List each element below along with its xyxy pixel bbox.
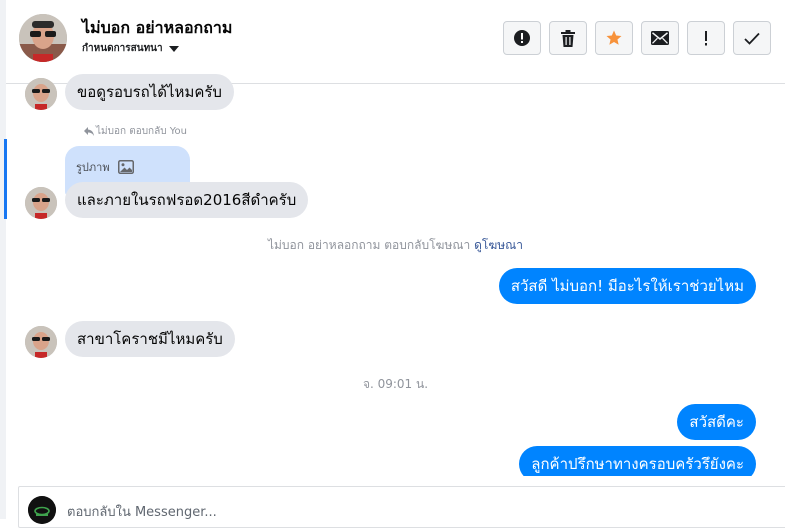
mark-spam-button[interactable] — [503, 21, 541, 55]
trash-icon — [561, 29, 575, 47]
conversation-stage-label: กำหนดการสนทนา — [82, 43, 163, 54]
message-list-clip: ลูกค้าปรึกษาทางครอบครัวรึยังคะ — [0, 444, 785, 476]
delete-button[interactable] — [549, 21, 587, 55]
quoted-message-content: รูปภาพ — [76, 158, 134, 176]
mark-unread-button[interactable] — [641, 21, 679, 55]
sender-avatar — [25, 78, 57, 110]
outgoing-message[interactable]: สวัสดี ไม่บอก! มีอะไรให้เราช่วยไหม — [498, 268, 756, 304]
star-icon — [606, 30, 622, 45]
envelope-icon — [651, 31, 669, 45]
page-avatar — [28, 496, 56, 524]
active-thread-indicator — [4, 139, 7, 219]
outgoing-message[interactable]: สวัสดีคะ — [677, 404, 756, 440]
quoted-message-text: รูปภาพ — [76, 161, 110, 174]
header-actions — [503, 21, 771, 55]
incoming-message[interactable]: สาขาโคราชมีไหมครับ — [65, 321, 235, 357]
incoming-message[interactable]: และภายในรถฟรอด2016สีดำครับ — [65, 182, 309, 218]
caret-down-icon — [168, 45, 179, 52]
outgoing-message[interactable]: ลูกค้าปรึกษาทางครอบครัวรึยังคะ — [519, 446, 756, 476]
reply-composer[interactable]: ตอบกลับใน Messenger... — [18, 486, 785, 528]
view-ad-link[interactable]: ดูโฆษณา — [474, 238, 523, 252]
conversation-stage-dropdown[interactable]: กำหนดการสนทนา — [82, 41, 179, 56]
alert-circle-icon — [514, 30, 530, 46]
ad-reply-text: ไม่บอก อย่าหลอกถาม ตอบกลับโฆษณา — [267, 238, 471, 252]
reply-reference-label: ไม่บอก ตอบกลับ You — [96, 126, 188, 137]
reply-arrow-icon — [84, 127, 94, 136]
sender-avatar — [25, 326, 57, 358]
ad-reply-note: ไม่บอก อย่าหลอกถาม ตอบกลับโฆษณา ดูโฆษณา — [6, 236, 785, 255]
incoming-message[interactable]: ขอดูรอบรถได้ไหมครับ — [65, 74, 234, 110]
star-button[interactable] — [595, 21, 633, 55]
contact-name[interactable]: ไม่บอก อย่าหลอกถาม — [82, 16, 232, 41]
exclamation-icon — [705, 30, 707, 45]
image-icon — [117, 160, 134, 174]
message-timestamp: จ. 09:01 น. — [362, 377, 429, 391]
reply-reference: ไม่บอก ตอบกลับ You — [84, 124, 187, 139]
conversation-header: ไม่บอก อย่าหลอกถาม กำหนดการสนทนา — [6, 0, 785, 84]
mark-important-button[interactable] — [687, 21, 725, 55]
contact-avatar[interactable] — [19, 14, 67, 62]
mark-done-button[interactable] — [733, 21, 771, 55]
checkmark-icon — [744, 32, 760, 45]
sender-avatar — [25, 187, 57, 219]
